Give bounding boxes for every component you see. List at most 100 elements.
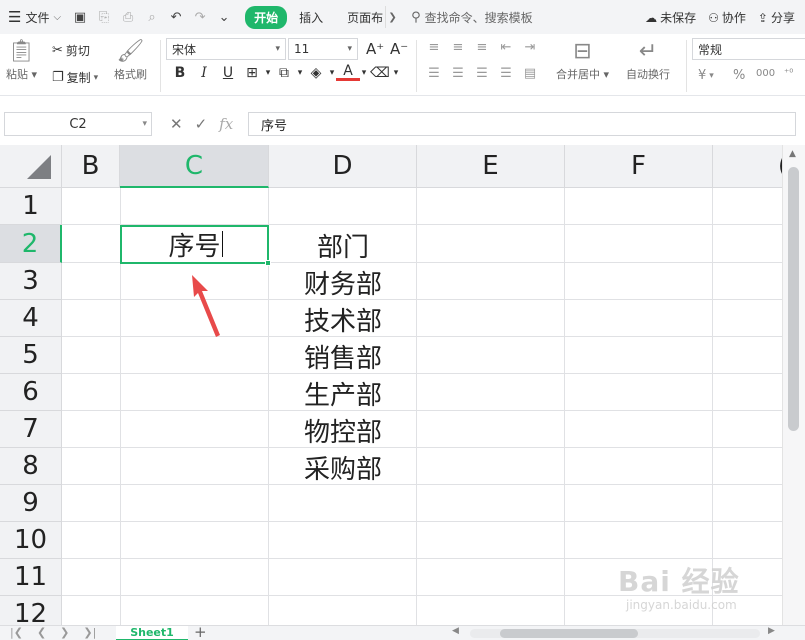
bold-button[interactable]: B xyxy=(168,65,192,81)
scroll-left-icon[interactable]: ◀ xyxy=(452,626,459,636)
font-size-select[interactable]: 11 ▾ xyxy=(288,38,358,60)
next-sheet-icon[interactable]: ❯ xyxy=(60,626,69,639)
select-all-corner[interactable] xyxy=(0,145,62,188)
customize-chevron-icon[interactable]: ⌄ xyxy=(215,8,233,26)
row-header-5[interactable]: 5 xyxy=(0,337,62,374)
chevron-down-icon[interactable]: ▾ xyxy=(328,68,336,78)
align-bottom-icon[interactable]: ≡ xyxy=(472,40,492,55)
save-icon[interactable]: ▣ xyxy=(71,8,89,26)
name-box[interactable]: C2 ▾ xyxy=(4,112,152,136)
cancel-icon[interactable]: ✕ xyxy=(170,115,183,133)
add-sheet-icon[interactable]: + xyxy=(194,623,207,640)
formula-input[interactable]: 序号 xyxy=(248,112,796,136)
collaborate-button[interactable]: ⚇ 协作 xyxy=(708,9,746,26)
unsaved-button[interactable]: ☁ 未保存 xyxy=(645,9,696,26)
export-icon[interactable]: ⎘ xyxy=(95,8,113,26)
cell-d5[interactable]: 销售部 xyxy=(269,338,417,375)
confirm-icon[interactable]: ✓ xyxy=(195,115,208,133)
row-header-7[interactable]: 7 xyxy=(0,411,62,448)
scrollbar-thumb[interactable] xyxy=(788,167,799,431)
row-header-12[interactable]: 12 xyxy=(0,596,62,625)
cell-d2[interactable]: 部门 xyxy=(269,227,417,264)
tab-scroll-right-icon[interactable]: ❯ xyxy=(385,6,399,28)
sheet-tab-sheet1[interactable]: Sheet1 xyxy=(116,626,188,640)
number-format-select[interactable]: 常规 xyxy=(692,38,805,60)
scroll-right-icon[interactable]: ▶ xyxy=(768,626,775,636)
font-color-icon[interactable]: A xyxy=(336,64,360,81)
row-header-6[interactable]: 6 xyxy=(0,374,62,411)
align-left-icon[interactable]: ☰ xyxy=(424,66,444,81)
tab-start[interactable]: 开始 xyxy=(245,5,288,29)
font-name-select[interactable]: 宋体 ▾ xyxy=(166,38,286,60)
column-header-b[interactable]: B xyxy=(62,145,120,188)
row-header-8[interactable]: 8 xyxy=(0,448,62,485)
row-header-10[interactable]: 10 xyxy=(0,522,62,559)
row-header-2[interactable]: 2 xyxy=(0,225,62,263)
command-search[interactable]: ⚲ 查找命令、搜索模板 xyxy=(411,9,533,26)
wrap-text-button[interactable]: ↵ 自动换行 xyxy=(626,38,670,82)
column-header-g-partial[interactable]: ( xyxy=(713,145,782,188)
eraser-icon[interactable]: ⌫ xyxy=(368,65,392,81)
chevron-down-icon[interactable]: ▾ xyxy=(264,68,272,78)
undo-icon[interactable]: ↶ xyxy=(167,8,185,26)
cut-button[interactable]: ✂ 剪切 xyxy=(52,42,90,59)
align-middle-icon[interactable]: ≡ xyxy=(448,40,468,55)
vertical-scrollbar[interactable]: ▲ xyxy=(782,145,805,625)
cell-d8[interactable]: 采购部 xyxy=(269,449,417,486)
cell-d4[interactable]: 技术部 xyxy=(269,301,417,338)
column-header-d[interactable]: D xyxy=(269,145,417,188)
distributed-icon[interactable]: ▤ xyxy=(520,66,540,81)
fill-color-icon[interactable]: ◈ xyxy=(304,65,328,81)
row-header-3[interactable]: 3 xyxy=(0,263,62,300)
row-header-11[interactable]: 11 xyxy=(0,559,62,596)
print-icon[interactable]: ⎙ xyxy=(119,8,137,26)
indent-decrease-icon[interactable]: ⇤ xyxy=(496,40,516,55)
last-sheet-icon[interactable]: ❯| xyxy=(83,626,96,639)
scrollbar-thumb[interactable] xyxy=(500,629,638,638)
cell-d6[interactable]: 生产部 xyxy=(269,375,417,412)
tab-page-layout[interactable]: 页面布 xyxy=(335,9,385,26)
align-center-icon[interactable]: ☰ xyxy=(448,66,468,81)
currency-button[interactable]: ¥ ▾ xyxy=(698,68,714,83)
align-top-icon[interactable]: ≡ xyxy=(424,40,444,55)
row-header-9[interactable]: 9 xyxy=(0,485,62,522)
underline-button[interactable]: U xyxy=(216,65,240,81)
borders-icon[interactable]: ⊞ xyxy=(240,65,264,81)
column-header-c[interactable]: C xyxy=(120,145,269,188)
tab-insert[interactable]: 插入 xyxy=(287,9,335,26)
percent-button[interactable]: % xyxy=(733,68,745,83)
horizontal-scrollbar[interactable] xyxy=(470,629,760,638)
copy-button[interactable]: ❐ 复制 ▾ xyxy=(52,69,98,86)
cell-d3[interactable]: 财务部 xyxy=(269,264,417,301)
row-header-4[interactable]: 4 xyxy=(0,300,62,337)
merge-center-button[interactable]: ⊟ 合并居中 ▾ xyxy=(556,38,609,82)
redo-icon[interactable]: ↷ xyxy=(191,8,209,26)
insert-function-icon[interactable]: fx xyxy=(219,115,233,133)
align-right-icon[interactable]: ☰ xyxy=(472,66,492,81)
file-menu[interactable]: ☰ 文件 ⌵ xyxy=(0,0,67,34)
italic-button[interactable]: I xyxy=(192,65,216,81)
first-sheet-icon[interactable]: |❮ xyxy=(10,626,23,639)
increase-font-button[interactable]: A⁺ xyxy=(366,40,384,58)
decrease-font-button[interactable]: A⁻ xyxy=(390,40,408,58)
indent-increase-icon[interactable]: ⇥ xyxy=(520,40,540,55)
scroll-up-icon[interactable]: ▲ xyxy=(789,149,796,159)
column-header-f[interactable]: F xyxy=(565,145,713,188)
chevron-down-icon[interactable]: ▾ xyxy=(360,68,368,78)
column-header-e[interactable]: E xyxy=(417,145,565,188)
prev-sheet-icon[interactable]: ❮ xyxy=(37,626,46,639)
paste-button[interactable]: 📋︎ 粘贴 ▾ xyxy=(6,38,37,82)
thousands-button[interactable]: 000 xyxy=(756,68,775,79)
share-button[interactable]: ⇪ 分享 xyxy=(758,9,795,26)
chevron-down-icon[interactable]: ▾ xyxy=(296,68,304,78)
decimal-button[interactable]: ⁺⁰ xyxy=(784,68,793,79)
format-painter-button[interactable]: 🖌︎ 格式刷 xyxy=(114,38,147,82)
fill-handle[interactable] xyxy=(265,260,271,266)
cell-d7[interactable]: 物控部 xyxy=(269,412,417,449)
cell-style-icon[interactable]: ⧉ xyxy=(272,65,296,81)
row-header-1[interactable]: 1 xyxy=(0,188,62,225)
chevron-down-icon[interactable]: ▾ xyxy=(392,68,400,78)
justify-icon[interactable]: ☰ xyxy=(496,66,516,81)
cloud-icon: ☁ xyxy=(645,10,658,25)
print-preview-icon[interactable]: ⌕ xyxy=(143,8,161,26)
